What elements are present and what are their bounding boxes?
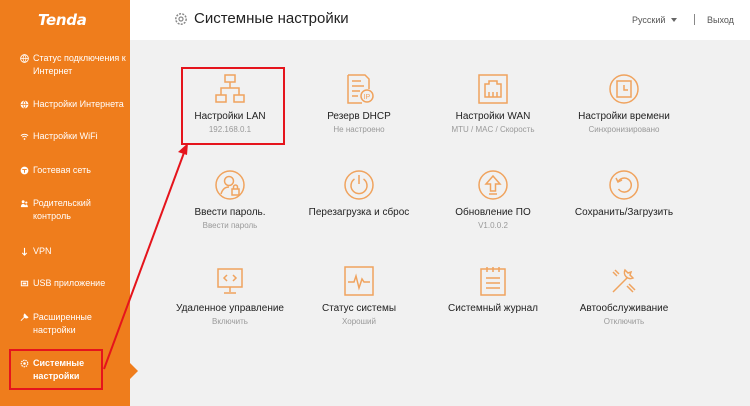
header: Системные настройки Русский Выход [130,0,750,40]
sidebar-item-label: Настройки Интернета [33,99,124,109]
sidebar-item-label: USB приложение [33,278,106,288]
tile-label: Настройки времени [578,111,670,122]
sidebar-item-vpn[interactable]: VPN [0,245,130,258]
sidebar-item-label: Гостевая сеть [33,165,91,175]
sidebar-item-label: Расширенные настройки [33,312,92,335]
power-icon [344,170,374,200]
system-status-icon [344,266,374,296]
user-lock-icon [215,170,245,200]
tile-backup-restore[interactable]: Сохранить/Загрузить [566,168,682,221]
sidebar-item-internet-settings[interactable]: Настройки Интернета [0,98,130,111]
sidebar-item-internet-status[interactable]: Статус подключения к Интернет [0,52,130,78]
tile-system-log[interactable]: Системный журнал [435,264,551,317]
tile-wan-settings[interactable]: Настройки WAN MTU / MAC / Скорость [435,72,551,134]
tile-subtitle: Отключить [603,317,645,326]
dhcp-reservation-icon: IP [347,74,374,104]
tile-subtitle: Синхронизировано [588,125,660,134]
sidebar: Tenda Статус подключения к Интернет Наст… [0,0,138,406]
tile-subtitle: Хороший [342,317,376,326]
tile-subtitle: Ввести пароль [202,221,258,230]
sidebar-item-label: Родительский контроль [33,198,91,221]
wifi-icon [19,131,29,141]
tile-label: Настройки WAN [455,111,531,122]
caret-down-icon [671,18,678,22]
logout-link[interactable]: Выход [707,15,734,25]
auto-maintenance-icon [612,268,636,293]
annotation-highlight-lan [181,67,285,145]
sidebar-item-label: VPN [33,246,52,256]
tenda-logo: Tenda [38,11,87,29]
tile-firmware-upgrade[interactable]: Обновление ПО V1.0.0.2 [435,168,551,230]
tile-subtitle: V1.0.0.2 [478,221,508,230]
header-divider [694,14,695,25]
tile-label: Автообслуживание [579,303,669,314]
sidebar-item-label: Настройки WiFi [33,131,98,141]
parental-icon [19,198,29,208]
tile-label: Удаленное управление [176,303,284,314]
globe-icon [19,99,29,109]
page-title: Системные настройки [194,10,349,27]
tile-label: Ввести пароль. [194,207,266,218]
usb-icon [19,278,29,288]
wan-port-icon [478,74,508,104]
tile-system-status[interactable]: Статус системы Хороший [301,264,417,326]
tile-dhcp-reservation[interactable]: IP Резерв DHCP Не настроено [301,72,417,134]
tile-remote-management[interactable]: Удаленное управление Включить [172,264,288,326]
tile-label: Системный журнал [448,303,538,314]
sidebar-item-usb[interactable]: USB приложение [0,277,130,290]
tile-auto-maintenance[interactable]: Автообслуживание Отключить [566,264,682,326]
svg-text:IP: IP [364,94,371,101]
tile-label: Резерв DHCP [327,111,391,122]
guest-icon [19,165,29,175]
tile-label: Перезагрузка и сброс [308,207,410,218]
tile-subtitle: MTU / MAC / Скорость [451,125,535,134]
clock-icon [609,74,639,104]
tile-label: Статус системы [321,303,397,314]
sidebar-item-advanced[interactable]: Расширенные настройки [0,311,130,337]
tile-subtitle: Включить [212,317,248,326]
tile-time-settings[interactable]: Настройки времени Синхронизировано [566,72,682,134]
sidebar-item-parental-control[interactable]: Родительский контроль [0,197,130,223]
upgrade-icon [478,170,508,200]
tile-subtitle: Не настроено [333,125,385,134]
tile-label: Сохранить/Загрузить [574,207,674,218]
annotation-highlight-sidebar [9,349,103,390]
gear-icon [175,13,187,25]
remote-management-icon [217,268,243,294]
sidebar-item-guest-network[interactable]: Гостевая сеть [0,164,130,177]
language-value: Русский [632,15,666,25]
sidebar-item-label: Статус подключения к Интернет [33,53,126,76]
tile-label: Обновление ПО [455,207,531,218]
system-log-icon [480,267,506,296]
sidebar-item-wifi[interactable]: Настройки WiFi [0,130,130,143]
tile-password[interactable]: Ввести пароль. Ввести пароль [172,168,288,230]
vpn-icon [19,246,29,256]
language-select[interactable]: Русский [632,15,678,25]
tile-reboot-reset[interactable]: Перезагрузка и сброс [301,168,417,221]
advanced-icon [19,312,29,322]
globe-icon [19,53,29,63]
backup-restore-icon [609,170,639,200]
